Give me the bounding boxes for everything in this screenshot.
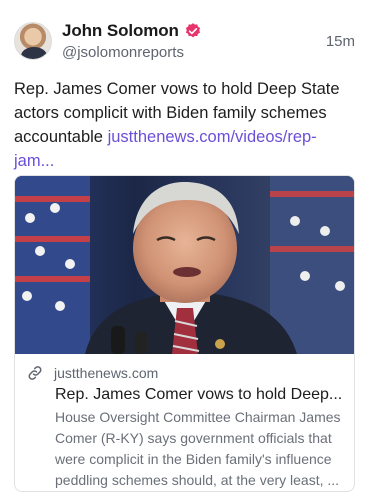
post-header: John Solomon @jsolomonreports 15m (14, 20, 355, 62)
link-preview-card[interactable]: justthenews.com Rep. James Comer vows to… (14, 175, 355, 492)
preview-title[interactable]: Rep. James Comer vows to hold Deep... (55, 384, 346, 405)
verified-badge-icon (185, 23, 200, 38)
preview-domain: justthenews.com (54, 365, 159, 381)
preview-description-line: Comer (R-KY) says government officials t… (55, 430, 332, 446)
post-time[interactable]: 15m (326, 33, 355, 50)
post-card[interactable]: John Solomon @jsolomonreports 15m Rep. J… (0, 0, 369, 500)
author-name-row: John Solomon (62, 20, 202, 42)
preview-description-line: House Oversight Committee Chairman James (55, 409, 341, 425)
link-preview-meta: justthenews.com Rep. James Comer vows to… (15, 354, 354, 491)
preview-description-line: were complicit in the Biden family's inf… (55, 451, 332, 467)
post-text: Rep. James Comer vows to hold Deep State… (14, 77, 356, 173)
link-preview-image[interactable] (15, 176, 354, 354)
author-name[interactable]: John Solomon (62, 21, 179, 41)
author-handle[interactable]: @jsolomonreports (62, 44, 184, 61)
domain-row: justthenews.com (25, 364, 346, 382)
preview-photo (15, 176, 354, 354)
link-icon (28, 366, 42, 380)
preview-description-line: peddling schemes should, at the very lea… (55, 472, 340, 488)
avatar[interactable] (14, 22, 52, 60)
preview-description: House Oversight Committee Chairman James… (55, 407, 354, 491)
